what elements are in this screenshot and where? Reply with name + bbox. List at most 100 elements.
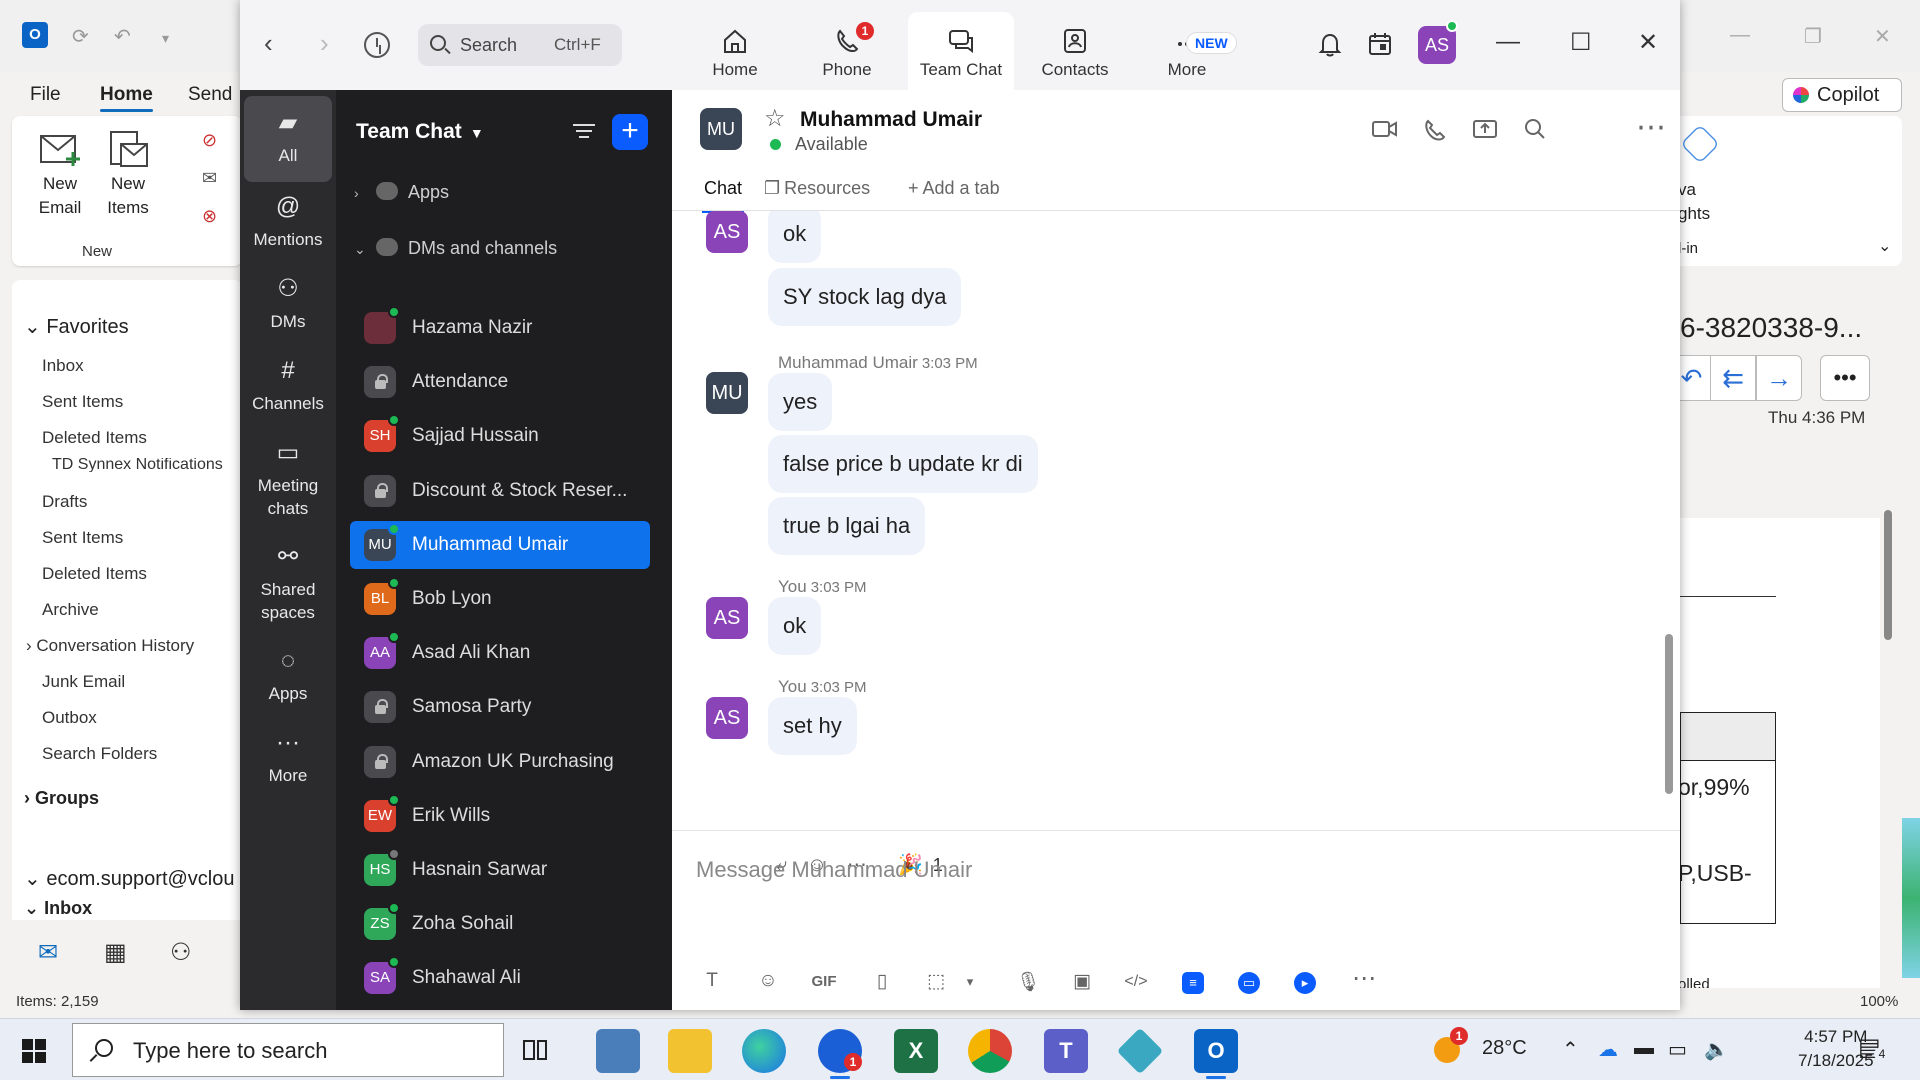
favorites-header[interactable]: ⌄ Favorites [24, 314, 129, 339]
zoom-taskbar-icon[interactable]: 1 [818, 1029, 862, 1079]
section-dms-channels[interactable]: ⌄ DMs and channels [354, 238, 557, 259]
folder-sent-items[interactable]: Sent Items [42, 392, 123, 412]
task-view-icon[interactable] [520, 1035, 550, 1065]
folder-outbox[interactable]: Outbox [42, 708, 97, 728]
history-icon[interactable] [364, 32, 390, 58]
account-header[interactable]: ⌄ ecom.support@vclou [24, 866, 235, 891]
network-icon[interactable]: ▭ [1668, 1037, 1687, 1062]
search-box[interactable]: Search Ctrl+F [418, 24, 622, 66]
rail-meeting-chats[interactable]: ▭ Meeting chats [244, 426, 332, 520]
outlook-minimize-icon[interactable]: — [1730, 24, 1750, 47]
chat-list-item[interactable]: EW Erik Wills [350, 792, 650, 840]
outlook-close-icon[interactable]: ✕ [1874, 24, 1891, 49]
more-actions-icon[interactable]: ••• [1820, 355, 1870, 401]
folder-junk[interactable]: Junk Email [42, 672, 125, 692]
chrome-icon[interactable] [968, 1029, 1012, 1073]
calculator-icon[interactable] [596, 1029, 640, 1073]
message-bubble[interactable]: false price b update kr di [768, 435, 1038, 493]
folder-drafts[interactable]: Drafts [42, 492, 87, 512]
code-icon[interactable]: </> [1120, 973, 1152, 991]
chat-list-item[interactable]: SH Sajjad Hussain [350, 412, 650, 460]
volume-icon[interactable]: 🔈 [1704, 1037, 1729, 1062]
section-apps[interactable]: › Apps [354, 182, 449, 203]
video-icon[interactable] [1372, 118, 1398, 146]
tab-add[interactable]: + Add a tab [908, 178, 1000, 199]
folder-deleted-items-2[interactable]: Deleted Items [42, 564, 147, 584]
calendar-icon[interactable]: ▦ [104, 938, 127, 967]
chat-list-item[interactable]: Attendance [350, 358, 650, 406]
folder-inbox[interactable]: Inbox [42, 356, 84, 376]
file-icon[interactable]: ▯ [866, 970, 898, 993]
chat-list-item[interactable]: SA Shahawal Ali [350, 954, 650, 1002]
taskbar-search[interactable]: Type here to search [72, 1023, 504, 1077]
teams-icon[interactable]: T [1044, 1029, 1088, 1073]
gif-icon[interactable]: GIF [808, 973, 840, 990]
new-chat-button[interactable]: + [612, 114, 648, 150]
message-input[interactable] [696, 845, 1636, 895]
message-bubble[interactable]: yes [768, 373, 833, 431]
people-icon[interactable]: ⚇ [170, 938, 192, 967]
rail-more[interactable]: ··· More [244, 716, 332, 787]
tab-home[interactable]: Home [682, 12, 788, 90]
chat-list-item[interactable]: Hazama Nazir [350, 304, 650, 352]
groups-header[interactable]: › Groups [24, 788, 99, 809]
chat-list-title[interactable]: Team Chat ▼ [356, 120, 484, 144]
message-bubble[interactable]: ok [768, 211, 822, 263]
sync-icon[interactable]: ⟳ [72, 24, 89, 49]
message-bubble[interactable]: true b lgai ha [768, 497, 926, 555]
emoji-icon[interactable]: ☺ [752, 970, 784, 992]
copilot-button[interactable]: Copilot [1782, 78, 1902, 112]
tab-chat[interactable]: Chat [701, 178, 745, 213]
tab-team-chat[interactable]: Team Chat [908, 12, 1014, 90]
menu-home[interactable]: Home [100, 84, 153, 112]
excel-icon[interactable]: X [894, 1029, 938, 1073]
menu-send[interactable]: Send [188, 84, 232, 106]
folder-search[interactable]: Search Folders [42, 744, 157, 764]
ignore-icon[interactable]: ⊘ [202, 130, 232, 154]
show-hidden-icon[interactable]: ⌃ [1562, 1037, 1579, 1062]
rail-dms[interactable]: ⚇ DMs [244, 262, 332, 333]
contact-name[interactable]: Muhammad Umair [800, 108, 982, 132]
folder-conversation-history[interactable]: › Conversation History [26, 636, 194, 656]
rail-all[interactable]: ▰ All [244, 96, 332, 182]
star-icon[interactable]: ☆ [764, 104, 786, 133]
rail-channels[interactable]: # Channels [244, 344, 332, 415]
folder-sent-items-2[interactable]: Sent Items [42, 528, 123, 548]
new-items-button[interactable]: New Items [98, 130, 158, 220]
chat-list-item[interactable]: AA Asad Ali Khan [350, 629, 650, 677]
weather-icon[interactable]: 1 [1434, 1027, 1468, 1064]
reading-scrollbar[interactable] [1878, 480, 1896, 980]
account-inbox[interactable]: ⌄ Inbox [24, 898, 92, 914]
onedrive-icon[interactable]: ☁ [1598, 1037, 1618, 1062]
ribbon-expand-icon[interactable]: ⌄ [1878, 236, 1891, 256]
chat-list-item[interactable]: Samosa Party [350, 683, 650, 731]
rail-shared-spaces[interactable]: ⚯ Shared spaces [244, 530, 332, 624]
more-tools-icon[interactable]: ⋯ [1348, 964, 1380, 993]
folder-archive[interactable]: Archive [42, 600, 99, 620]
chat-list-item[interactable]: HS Hasnain Sarwar [350, 846, 650, 894]
reply-all-icon[interactable]: ⇇ [1710, 355, 1756, 401]
call-icon[interactable] [1422, 118, 1446, 148]
cleanup-icon[interactable]: ✉ [202, 168, 232, 192]
chat-list-item[interactable]: Discount & Stock Reser... [350, 467, 650, 515]
tab-contacts[interactable]: Contacts [1022, 12, 1128, 90]
share-screen-icon[interactable] [1472, 118, 1498, 146]
app-diamond-icon[interactable] [1116, 1027, 1164, 1075]
outlook-taskbar-icon[interactable]: O [1194, 1029, 1238, 1079]
minimize-icon[interactable]: — [1496, 28, 1520, 56]
notification-icon[interactable]: ▤ 4 [1858, 1033, 1890, 1062]
undo-icon[interactable]: ↶ [114, 24, 131, 49]
zoom-app-icon[interactable]: ▸ [1294, 972, 1316, 994]
more-options-icon[interactable]: ⋯ [1636, 110, 1666, 145]
rail-mentions[interactable]: @ Mentions [244, 180, 332, 251]
customize-qat-icon[interactable]: ▾ [162, 30, 169, 47]
mail-icon[interactable]: ✉ [38, 938, 58, 967]
chat-list-item[interactable]: MU Muhammad Umair [350, 520, 650, 569]
edge-icon[interactable] [742, 1029, 786, 1073]
contact-avatar[interactable]: MU [700, 108, 742, 150]
junk-icon[interactable]: ⊗ [202, 206, 232, 230]
bell-icon[interactable] [1316, 30, 1344, 58]
screenshot-icon[interactable]: ⬚ [920, 970, 952, 993]
menu-file[interactable]: File [30, 84, 61, 106]
forward-icon[interactable]: → [1756, 355, 1802, 401]
